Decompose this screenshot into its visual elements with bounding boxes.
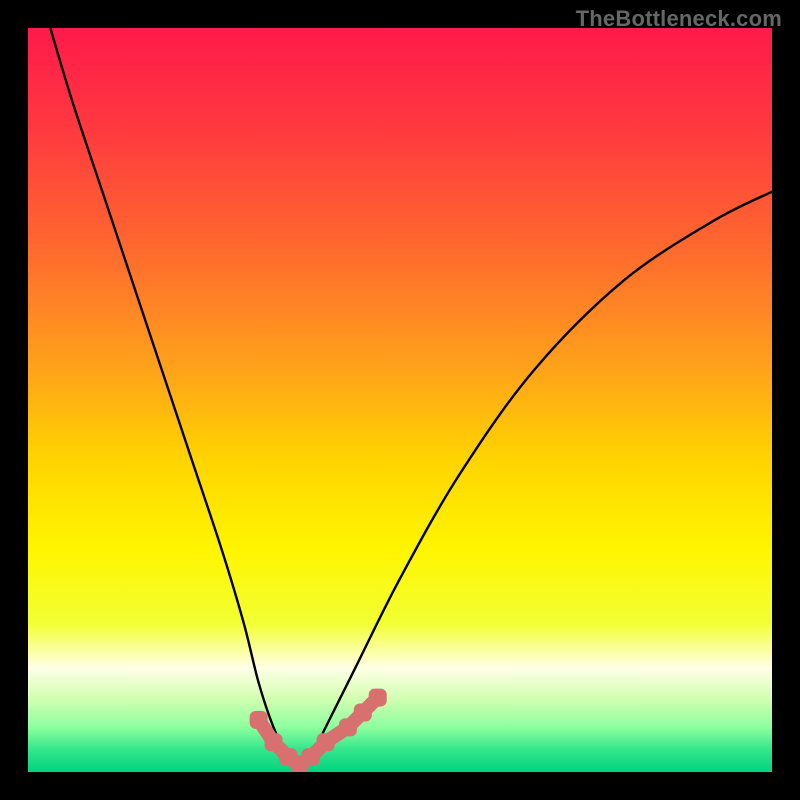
highlight-marker (339, 718, 357, 736)
highlight-marker (354, 703, 372, 721)
bottleneck-curve (28, 28, 772, 772)
highlight-marker (317, 733, 335, 751)
chart-frame: TheBottleneck.com (0, 0, 800, 800)
highlight-marker (302, 748, 320, 766)
watermark-text: TheBottleneck.com (576, 6, 782, 32)
highlight-marker (265, 733, 283, 751)
highlight-marker (369, 689, 387, 707)
highlight-marker (250, 711, 268, 729)
plot-area (28, 28, 772, 772)
